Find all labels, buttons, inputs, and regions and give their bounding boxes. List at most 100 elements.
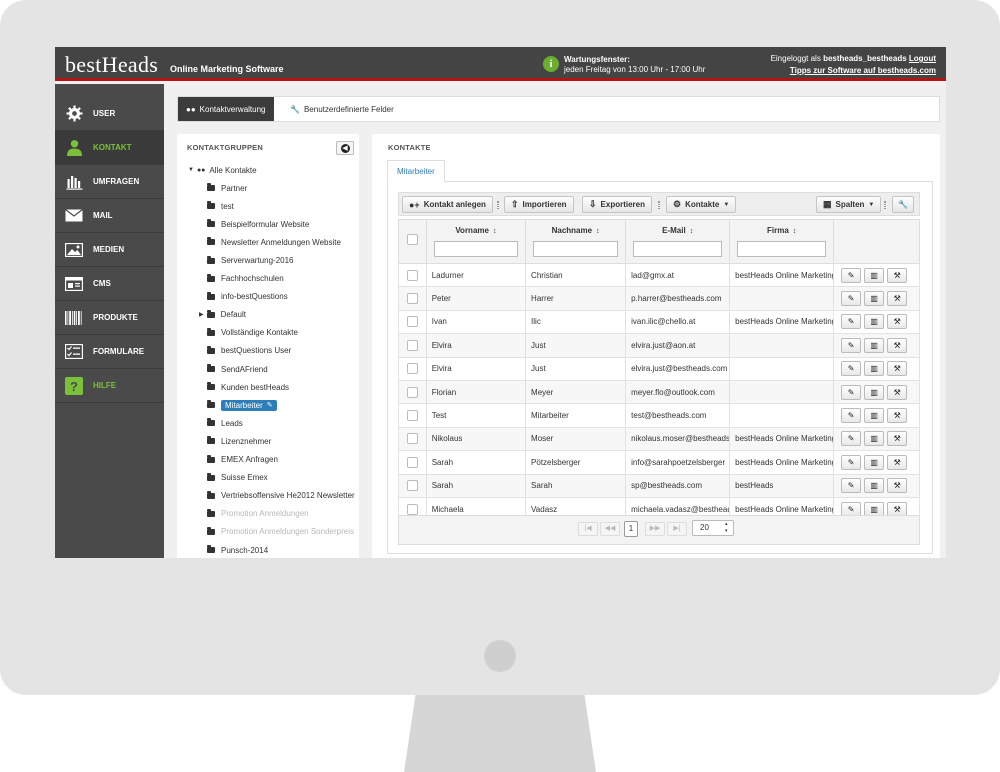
- edit-button[interactable]: ✎: [841, 337, 862, 353]
- tree-item[interactable]: Punsch-2014: [177, 541, 359, 558]
- table-row[interactable]: Ladurner Christian lad@gmx.at bestHeads Onl…: [398, 262, 920, 288]
- column-firma[interactable]: Firma ↕: [729, 219, 835, 264]
- page-size-select[interactable]: 20: [692, 520, 734, 536]
- wrench-icon[interactable]: ✎: [267, 401, 273, 409]
- tree-item[interactable]: Vollständige Kontakte: [177, 324, 359, 342]
- caret-down-icon[interactable]: ▼: [188, 167, 194, 173]
- settings-button[interactable]: ⚒: [887, 408, 908, 424]
- edit-button[interactable]: ✎: [841, 267, 862, 283]
- tree-item[interactable]: Fachhochschulen: [177, 270, 359, 288]
- tree-item[interactable]: Vertriebsoffensive He2012 Newsletter: [177, 487, 359, 505]
- tree-item[interactable]: Promotion Anmeldungen Sonderpreis: [177, 523, 359, 541]
- sidebar-item-cms[interactable]: CMS: [55, 267, 164, 301]
- delete-button[interactable]: ▥: [864, 478, 885, 494]
- table-row[interactable]: Nikolaus Moser nikolaus.moser@bestheads bes…: [398, 426, 920, 452]
- table-row[interactable]: Elvira Just elvira.just@bestheads.com ✎ ▥ ⚒: [398, 356, 920, 381]
- sidebar-item-medien[interactable]: MEDIEN: [55, 233, 164, 267]
- edit-button[interactable]: ✎: [841, 384, 862, 400]
- delete-button[interactable]: ▥: [864, 267, 885, 283]
- tree-item[interactable]: Kunden bestHeads: [177, 378, 359, 396]
- row-checkbox[interactable]: [406, 386, 418, 398]
- collapse-button[interactable]: ◀: [336, 141, 354, 155]
- settings-button[interactable]: ⚒: [887, 431, 908, 447]
- tree-item[interactable]: bestQuestions User: [177, 342, 359, 360]
- delete-button[interactable]: ▥: [864, 431, 885, 447]
- sidebar-item-produkte[interactable]: PRODUKTE: [55, 301, 164, 335]
- delete-button[interactable]: ▥: [864, 337, 885, 353]
- filter-vorname-input[interactable]: [433, 241, 519, 257]
- sidebar-item-hilfe[interactable]: ? HILFE: [55, 369, 164, 403]
- settings-button[interactable]: ⚒: [887, 337, 908, 353]
- import-button[interactable]: ⇧ Importieren: [504, 196, 574, 213]
- tips-link[interactable]: Tipps zur Software auf bestheads.com: [790, 66, 936, 75]
- edit-button[interactable]: ✎: [841, 431, 862, 447]
- delete-button[interactable]: ▥: [864, 408, 885, 424]
- table-row[interactable]: Peter Harrer p.harrer@bestheads.com ✎ ▥ ⚒: [398, 286, 920, 311]
- edit-button[interactable]: ✎: [841, 291, 862, 307]
- sidebar-item-user[interactable]: USER: [55, 97, 164, 131]
- row-checkbox[interactable]: [406, 503, 418, 515]
- tab-benutzerdefinierte-felder[interactable]: 🔧 Benutzerdefinierte Felder: [290, 97, 394, 121]
- caret-right-icon[interactable]: ▶: [199, 311, 204, 318]
- tree-item[interactable]: SendAFriend: [177, 360, 359, 378]
- tree-item[interactable]: info-bestQuestions: [177, 288, 359, 306]
- row-checkbox[interactable]: [406, 410, 418, 422]
- tree-item[interactable]: Partner: [177, 179, 359, 197]
- table-row[interactable]: Florian Meyer meyer.flo@outlook.com ✎ ▥ ⚒: [398, 379, 920, 405]
- sidebar-item-kontakt[interactable]: KONTAKT: [55, 131, 164, 165]
- edit-button[interactable]: ✎: [841, 408, 862, 424]
- current-page[interactable]: 1: [624, 521, 638, 537]
- tab-mitarbeiter[interactable]: Mitarbeiter: [387, 160, 445, 182]
- first-page-button[interactable]: |◀: [578, 522, 598, 536]
- table-row[interactable]: Sarah Sarah sp@bestheads.com bestHeads ✎ ▥ ⚒: [398, 473, 920, 498]
- table-row[interactable]: Ivan Ilic ivan.ilic@chello.at bestHeads Onl…: [398, 309, 920, 335]
- last-page-button[interactable]: ▶|: [667, 522, 687, 536]
- tree-item[interactable]: Serverwartung-2016: [177, 251, 359, 269]
- next-page-button[interactable]: ▶▶: [645, 522, 665, 536]
- row-checkbox[interactable]: [406, 363, 418, 375]
- settings-button[interactable]: ⚒: [887, 454, 908, 470]
- settings-button[interactable]: ⚒: [887, 384, 908, 400]
- column-vorname[interactable]: Vorname ↕: [425, 219, 527, 264]
- delete-button[interactable]: ▥: [864, 384, 885, 400]
- tree-item[interactable]: Leads: [177, 414, 359, 432]
- table-row[interactable]: Elvira Just elvira.just@aon.at ✎ ▥ ⚒: [398, 333, 920, 358]
- column-nachname[interactable]: Nachname ↕: [525, 219, 627, 264]
- tree-item[interactable]: Suisse Emex: [177, 469, 359, 487]
- tree-item[interactable]: Lizenznehmer: [177, 432, 359, 450]
- row-checkbox[interactable]: [406, 456, 418, 468]
- contacts-menu-button[interactable]: ⚙ Kontakte ▼: [666, 196, 737, 213]
- columns-button[interactable]: ▦ Spalten ▼: [816, 196, 882, 213]
- tree-item[interactable]: Mitarbeiter ✎: [177, 396, 359, 414]
- settings-button[interactable]: ⚒: [887, 291, 908, 307]
- row-checkbox[interactable]: [406, 269, 418, 281]
- sidebar-item-umfragen[interactable]: UMFRAGEN: [55, 165, 164, 199]
- tree-item[interactable]: Newsletter Anmeldungen Website: [177, 233, 359, 251]
- table-row[interactable]: Sarah Pötzelsberger info@sarahpoetzelsberg…: [398, 450, 920, 475]
- prev-page-button[interactable]: ◀◀: [600, 522, 620, 536]
- export-button[interactable]: ⇩ Exportieren: [582, 196, 653, 213]
- sidebar-item-formulare[interactable]: FORMULARE: [55, 335, 164, 369]
- row-checkbox[interactable]: [406, 316, 418, 328]
- edit-button[interactable]: ✎: [841, 478, 862, 494]
- edit-button[interactable]: ✎: [841, 314, 862, 330]
- add-contact-button[interactable]: ●+ Kontakt anlegen: [402, 196, 493, 213]
- logo[interactable]: bestHeads: [65, 52, 158, 78]
- settings-button[interactable]: ⚒: [887, 314, 908, 330]
- row-checkbox[interactable]: [406, 339, 418, 351]
- edit-button[interactable]: ✎: [841, 454, 862, 470]
- filter-nachname-input[interactable]: [532, 241, 619, 257]
- delete-button[interactable]: ▥: [864, 361, 885, 377]
- tree-item[interactable]: EMEX Anfragen: [177, 451, 359, 469]
- delete-button[interactable]: ▥: [864, 291, 885, 307]
- tree-item[interactable]: test: [177, 197, 359, 215]
- settings-button[interactable]: ⚒: [887, 361, 908, 377]
- row-checkbox[interactable]: [406, 293, 418, 305]
- tab-kontaktverwaltung[interactable]: ●● Kontaktverwaltung: [178, 97, 274, 121]
- logout-link[interactable]: Logout: [909, 54, 936, 63]
- settings-button[interactable]: 🔧: [892, 196, 914, 213]
- row-checkbox[interactable]: [406, 480, 418, 492]
- tree-root[interactable]: ▼ ●● Alle Kontakte: [177, 161, 359, 179]
- tree-item[interactable]: ▶ Default: [177, 306, 359, 324]
- delete-button[interactable]: ▥: [864, 454, 885, 470]
